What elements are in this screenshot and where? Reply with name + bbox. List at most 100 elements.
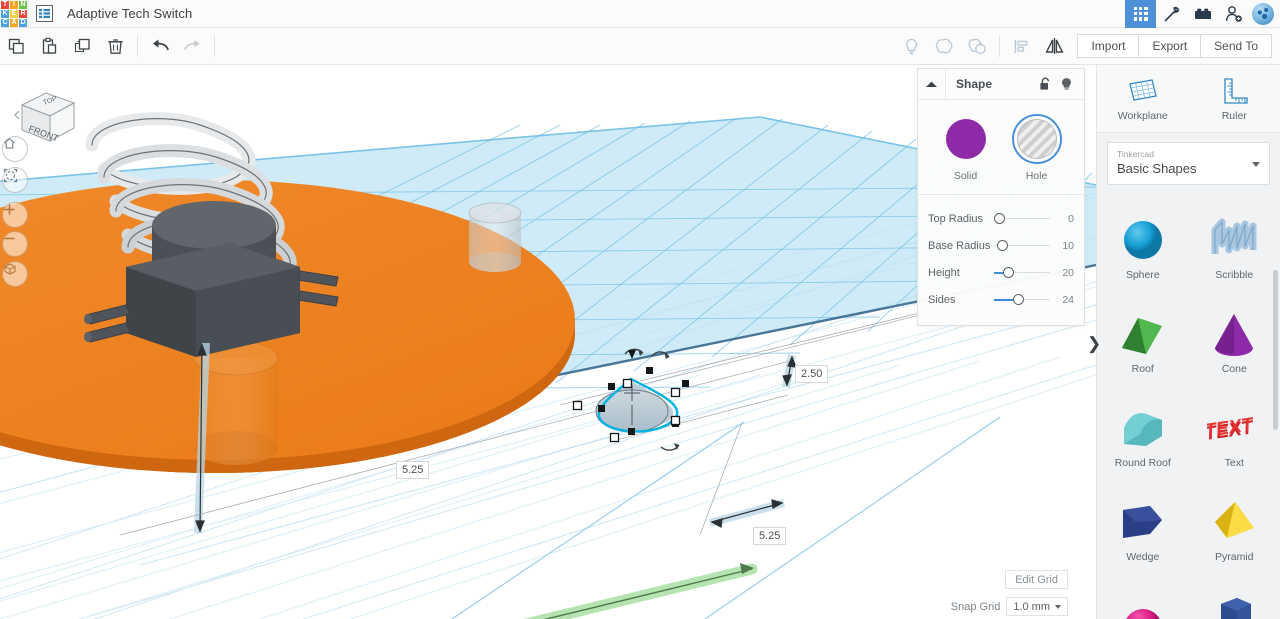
shape-wedge[interactable]: Wedge [1097,480,1189,574]
cone-thumb [1207,304,1261,358]
shapes-scrollbar[interactable] [1273,270,1278,430]
lightbulb-icon[interactable] [1057,74,1076,94]
group-icon[interactable] [928,28,961,65]
workplane-tool[interactable]: Workplane [1097,65,1189,132]
edit-grid-button[interactable]: Edit Grid [1005,570,1068,589]
io-button-group: Import Export Send To [1077,34,1272,58]
solid-color-swatch [945,119,986,159]
blocks-brick-icon[interactable] [1187,0,1218,28]
shape-text[interactable]: TEXT TEXT Text [1189,386,1280,480]
paste-button[interactable] [33,28,66,65]
perspective-toggle-button[interactable] [2,261,28,287]
sides-knob[interactable] [1013,294,1024,305]
height-value: 20 [1062,266,1074,279]
shape-inspector-panel: Shape Solid Hole Top Radius 0 Base Radiu… [917,68,1085,326]
top-radius-track[interactable] [994,212,1050,226]
scribble-label: Scribble [1215,268,1254,281]
import-button[interactable]: Import [1077,34,1139,58]
half-sphere-thumb [1116,586,1170,619]
dimension-label-bottom[interactable]: 5.25 [753,527,787,545]
panel-collapse-chevron-icon[interactable]: ❯ [1087,335,1101,352]
base-radius-value: 10 [1062,239,1074,252]
ungroup-icon[interactable] [961,28,994,65]
height-track[interactable] [994,266,1050,280]
divider [137,35,138,57]
sides-label: Sides [928,293,956,306]
hole-mode[interactable]: Hole [1009,114,1065,182]
chevron-up-icon[interactable] [918,69,945,100]
top-radius-knob[interactable] [994,213,1005,224]
home-view-button[interactable] [2,136,28,162]
fit-view-button[interactable] [2,167,28,193]
shape-scribble[interactable]: Scribble [1189,198,1280,292]
unlock-icon[interactable] [1036,74,1055,94]
redo-button[interactable] [176,28,209,65]
roof-label: Roof [1131,362,1154,375]
logo-tile-a: A [10,18,18,27]
export-button[interactable]: Export [1138,34,1201,58]
base-radius-label: Base Radius [928,239,991,252]
edit-toolbar-right: Import Export Send To [895,28,1280,65]
tinker-hammer-icon[interactable] [1156,0,1187,28]
shape-cone[interactable]: Cone [1189,292,1280,386]
shapes-row: Sphere Scribble [1097,198,1280,292]
round-roof-label: Round Roof [1114,456,1171,469]
divider [945,68,946,100]
shape-round-roof[interactable]: Round Roof [1097,386,1189,480]
shape-pyramid[interactable]: Pyramid [1189,480,1280,574]
base-radius-knob[interactable] [997,240,1008,251]
user-avatar[interactable] [1249,0,1280,28]
tinkercad-logo[interactable]: TIN KER CAD [0,0,28,28]
align-icon[interactable] [1005,28,1038,65]
delete-button[interactable] [99,28,132,65]
sides-track[interactable] [994,293,1050,307]
lightbulb-icon[interactable] [895,28,928,65]
wedge-thumb [1116,492,1170,546]
edit-toolbar: Import Export Send To [0,28,1280,65]
dimension-label-depth[interactable]: 2.50 [795,365,829,383]
logo-tile-i: I [10,0,18,9]
ruler-tool[interactable]: Ruler [1189,65,1280,132]
divider [214,35,215,57]
shape-half-sphere[interactable]: Half Sphere [1097,574,1189,619]
sides-slider[interactable]: Sides 24 [928,286,1074,313]
text-thumb: TEXT TEXT [1207,398,1261,452]
shape-panel-title: Shape [956,77,993,91]
copy-button[interactable] [0,28,33,65]
shapes-grid: Sphere Scribble Roof Cone Round Roof TEX… [1097,194,1280,619]
logo-tile-k: K [1,9,9,18]
shape-sphere[interactable]: Sphere [1097,198,1189,292]
top-radius-value: 0 [1068,212,1074,225]
zoom-out-button[interactable] [2,231,28,257]
duplicate-button[interactable] [66,28,99,65]
dimension-label-left[interactable]: 5.25 [396,461,430,479]
logo-tile-e: E [10,9,18,18]
solid-mode[interactable]: Solid [938,114,994,182]
base-radius-track[interactable] [994,239,1050,253]
add-person-icon[interactable] [1218,0,1249,28]
top-radius-slider[interactable]: Top Radius 0 [928,205,1074,232]
shape-panel-body: Solid Hole Top Radius 0 Base Radius 10 H… [918,100,1084,325]
height-slider[interactable]: Height 20 [928,259,1074,286]
zoom-in-button[interactable] [2,202,28,228]
apps-grid-icon[interactable] [1125,0,1156,28]
cone-label: Cone [1221,362,1247,375]
snap-grid-select[interactable]: 1.0 mm [1006,597,1068,616]
logo-tile-t: T [1,0,9,9]
document-title[interactable]: Adaptive Tech Switch [67,6,192,21]
sides-value: 24 [1062,293,1074,306]
snap-grid-control: Snap Grid 1.0 mm [951,597,1068,616]
shape-library-select[interactable]: Tinkercad Basic Shapes [1107,142,1270,185]
height-knob[interactable] [1003,267,1014,278]
logo-tile-d: D [19,18,27,27]
mirror-icon[interactable] [1038,28,1071,65]
list-menu-icon[interactable] [29,0,59,28]
shapes-row: Wedge Pyramid [1097,480,1280,574]
send-to-button[interactable]: Send To [1200,34,1272,58]
undo-button[interactable] [143,28,176,65]
shape-polygon[interactable]: Polygon [1189,574,1280,619]
height-label: Height [928,266,960,279]
shape-roof[interactable]: Roof [1097,292,1189,386]
library-tools: Workplane Ruler [1097,65,1280,133]
base-radius-slider[interactable]: Base Radius 10 [928,232,1074,259]
